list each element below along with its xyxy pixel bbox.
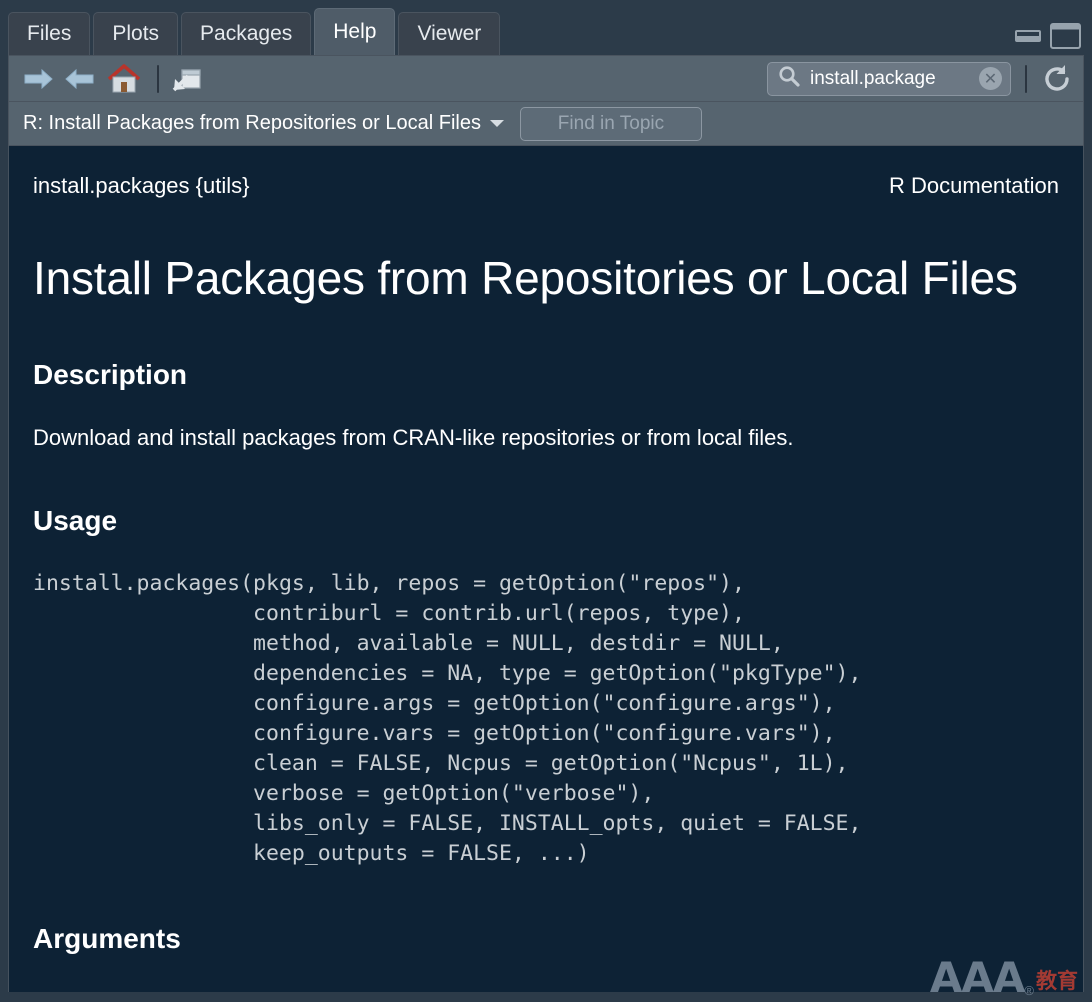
tab-plots[interactable]: Plots <box>93 12 178 55</box>
tab-packages[interactable]: Packages <box>181 12 311 55</box>
arguments-list: pkgs character vector of the names of pa… <box>33 989 1059 992</box>
tab-label: Viewer <box>417 22 481 46</box>
minimize-pane-icon[interactable] <box>1015 30 1041 42</box>
maximize-pane-icon[interactable] <box>1050 23 1081 49</box>
chevron-down-icon[interactable] <box>490 120 504 127</box>
argument-name: pkgs <box>33 989 292 992</box>
tab-label: Files <box>27 22 71 46</box>
pane-tab-bar: Files Plots Packages Help Viewer <box>0 0 1092 55</box>
breadcrumb[interactable]: R: Install Packages from Repositories or… <box>23 112 481 135</box>
tab-files[interactable]: Files <box>8 12 90 55</box>
topic-bar: R: Install Packages from Repositories or… <box>8 102 1084 146</box>
usage-code-block: install.packages(pkgs, lib, repos = getO… <box>33 569 1059 869</box>
tab-help[interactable]: Help <box>314 8 395 55</box>
tab-label: Packages <box>200 22 292 46</box>
documentation-source: R Documentation <box>889 173 1059 199</box>
rstudio-help-pane: Files Plots Packages Help Viewer <box>0 0 1092 1000</box>
toolbar-separator <box>157 65 159 93</box>
document-header: install.packages {utils} R Documentation <box>33 146 1059 199</box>
search-value: install.package <box>810 68 979 90</box>
find-in-topic-placeholder: Find in Topic <box>558 113 664 135</box>
forward-arrow-icon[interactable] <box>65 66 95 92</box>
search-input[interactable]: install.package ✕ <box>767 62 1011 96</box>
tab-label: Plots <box>112 22 159 46</box>
tab-label: Help <box>333 20 376 44</box>
close-icon[interactable]: ✕ <box>979 67 1002 90</box>
window-controls <box>1015 23 1092 55</box>
back-arrow-icon[interactable] <box>23 66 53 92</box>
section-heading-description: Description <box>33 359 1059 391</box>
section-heading-arguments: Arguments <box>33 923 1059 955</box>
open-in-new-window-icon[interactable] <box>171 65 203 93</box>
search-icon <box>778 65 800 92</box>
home-icon[interactable] <box>107 64 141 94</box>
topic-name: install.packages {utils} <box>33 173 249 199</box>
argument-description: character vector of the names of package… <box>292 989 982 992</box>
help-toolbar: install.package ✕ <box>8 55 1084 102</box>
help-document: install.packages {utils} R Documentation… <box>8 146 1084 992</box>
page-title: Install Packages from Repositories or Lo… <box>33 251 1059 305</box>
section-heading-usage: Usage <box>33 505 1059 537</box>
refresh-icon[interactable] <box>1041 63 1073 95</box>
tab-viewer[interactable]: Viewer <box>398 12 500 55</box>
toolbar-separator-2 <box>1025 65 1027 93</box>
argument-row: pkgs character vector of the names of pa… <box>33 989 1059 992</box>
find-in-topic-input[interactable]: Find in Topic <box>520 107 702 141</box>
description-text: Download and install packages from CRAN-… <box>33 425 1059 451</box>
